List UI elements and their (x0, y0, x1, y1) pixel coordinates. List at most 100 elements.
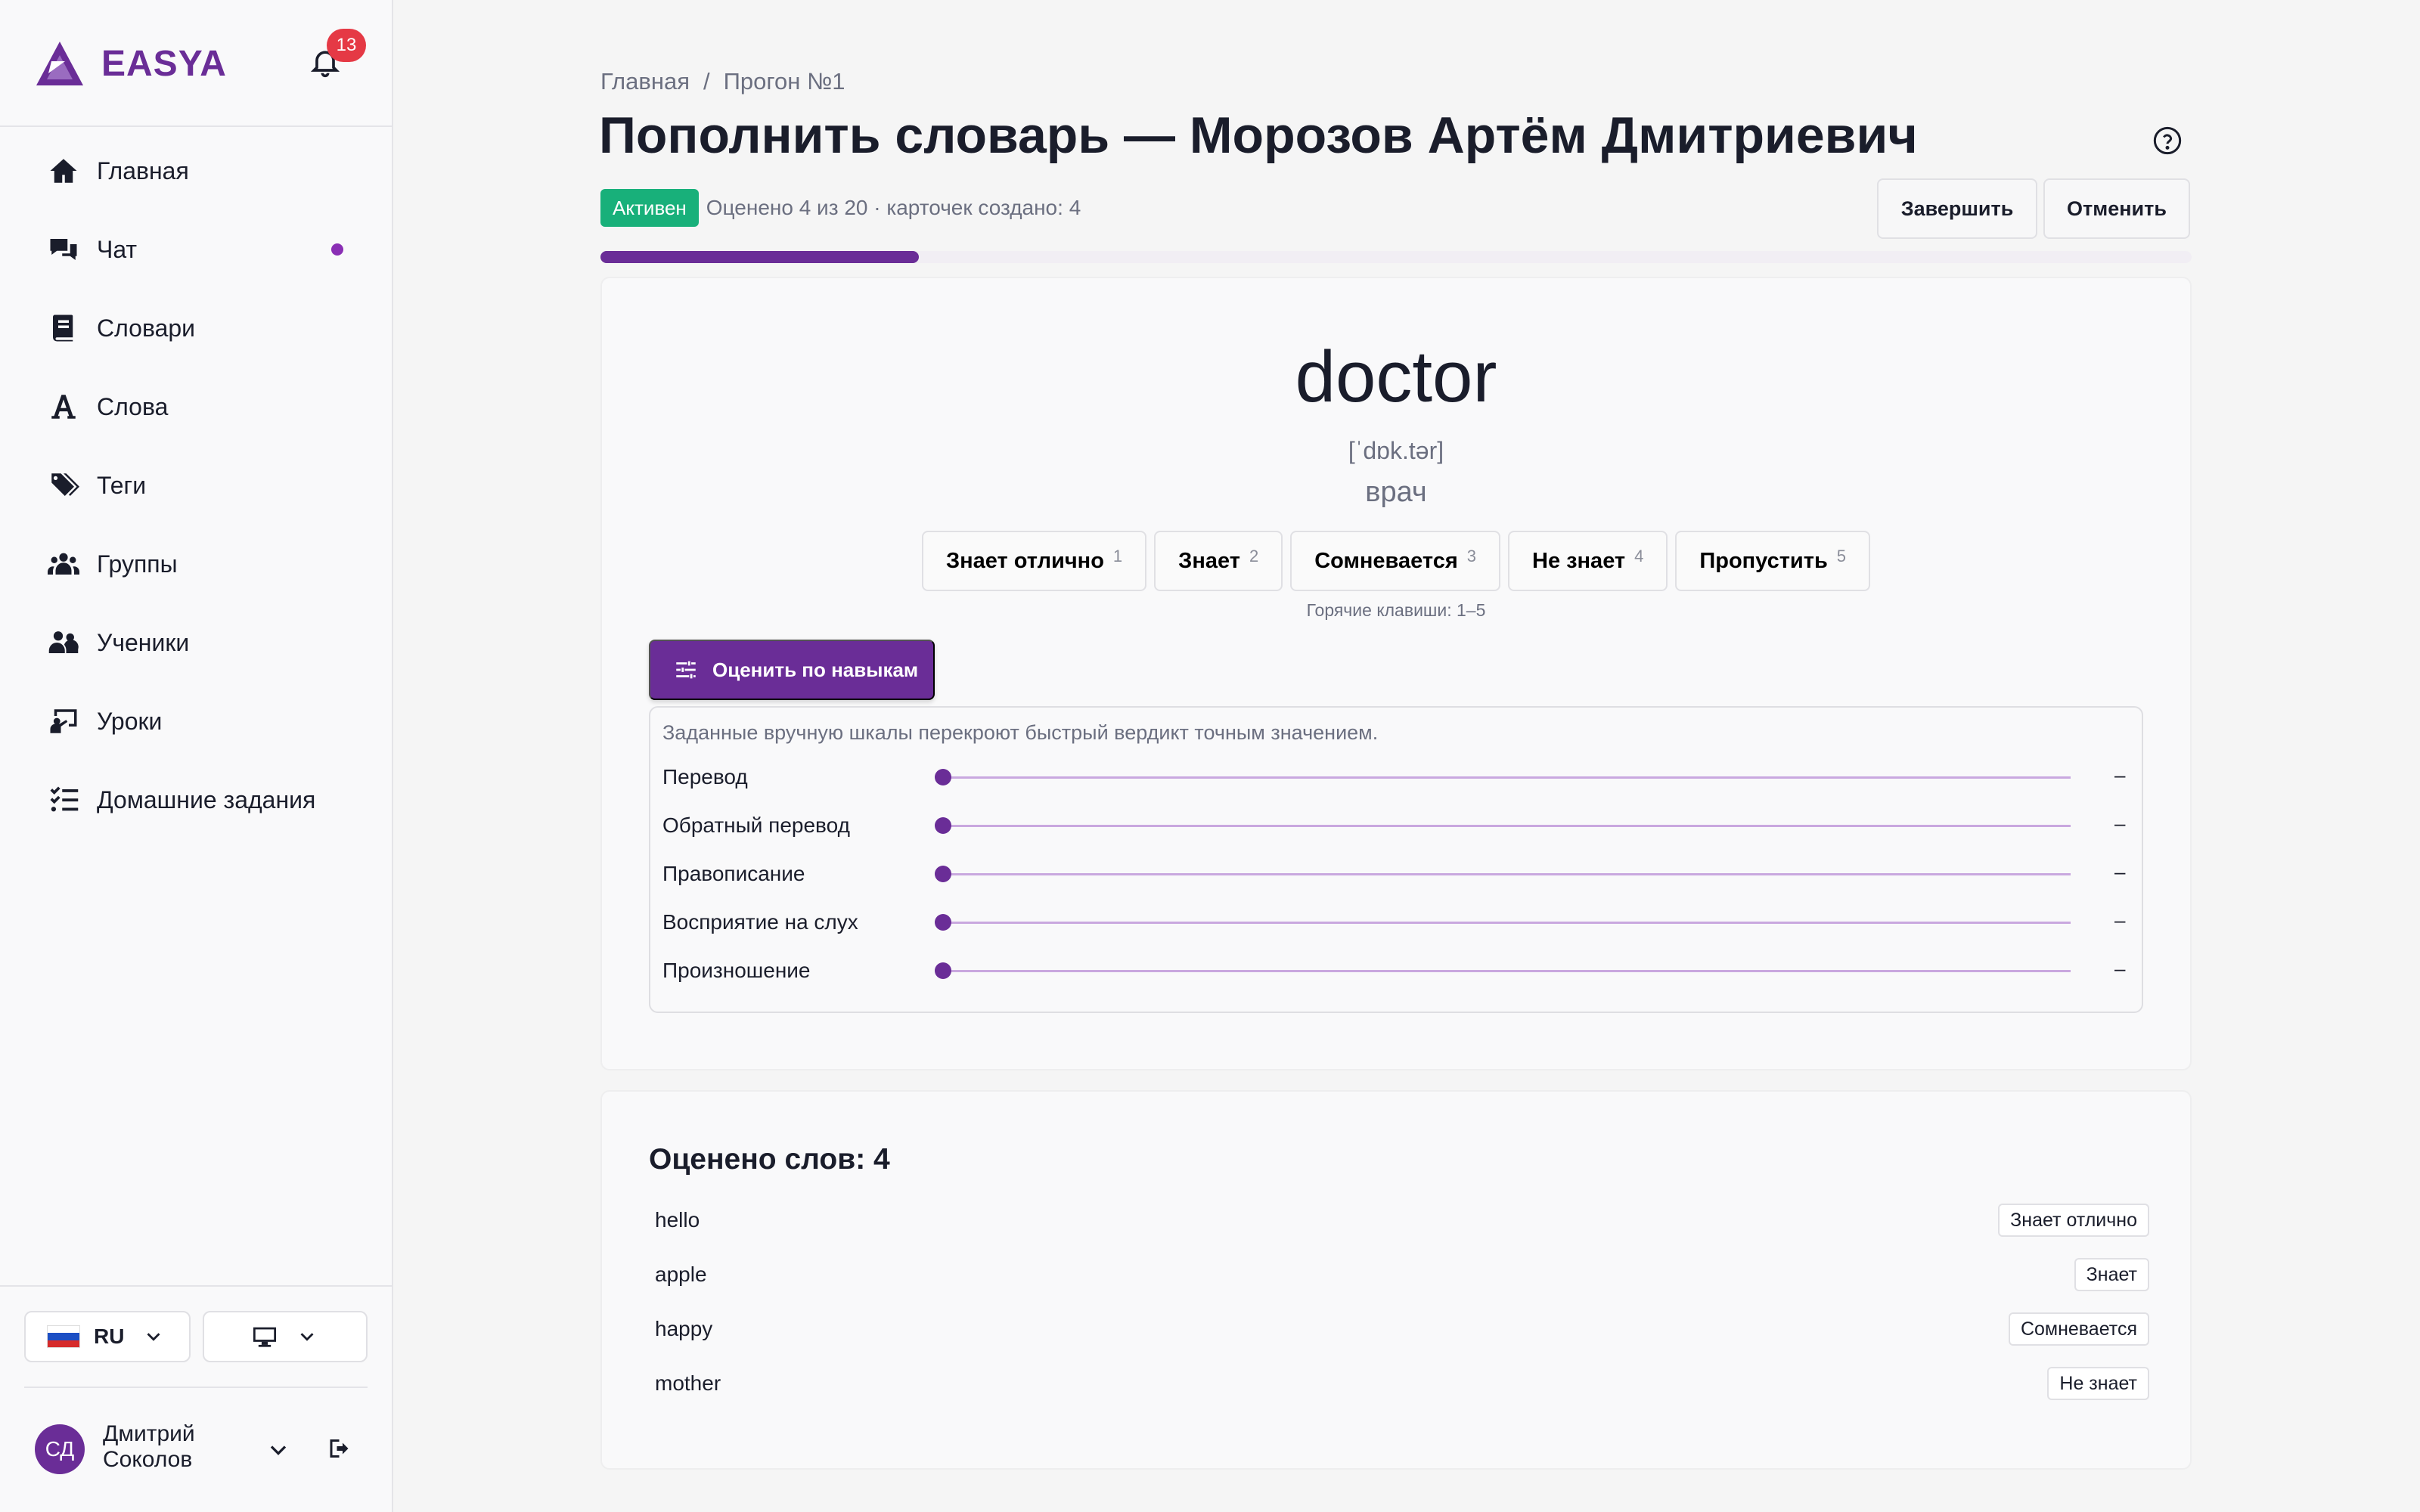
chevron-down-icon[interactable] (265, 1436, 292, 1464)
hotkey-hint: 4 (1634, 547, 1644, 565)
language-code: RU (94, 1325, 125, 1348)
monitor-icon (253, 1327, 276, 1347)
skill-slider-thumb[interactable] (935, 866, 951, 882)
rated-words-title: Оценено слов: 4 (649, 1143, 890, 1176)
sidebar-item-dictionaries[interactable]: Словари (0, 289, 392, 367)
tags-icon (47, 469, 80, 502)
verdict-label: Знает отлично (945, 548, 1104, 573)
list-item: hello Знает отлично (655, 1202, 2149, 1238)
status-row: Активен Оценено 4 из 20 · карточек созда… (600, 189, 1081, 227)
skill-slider-thumb[interactable] (935, 817, 951, 834)
sidebar-item-label: Группы (97, 550, 178, 578)
sidebar-item-label: Ученики (97, 628, 190, 656)
theme-select[interactable] (203, 1311, 368, 1362)
skill-slider-track[interactable] (941, 970, 2071, 972)
sidebar: EASYA 13 Главная Чат Словари Слова Теги (0, 0, 393, 1512)
home-icon (47, 154, 80, 187)
avatar[interactable]: СД (35, 1424, 85, 1474)
hotkeys-hint: Горячие клавиши: 1–5 (1306, 600, 1486, 620)
list-item: apple Знает (655, 1256, 2149, 1293)
verdict-label: Знает (1178, 548, 1240, 573)
skill-value: – (2114, 909, 2126, 931)
skill-value: – (2114, 860, 2126, 883)
brand-name: EASYA (101, 43, 227, 84)
book-icon (47, 311, 80, 345)
breadcrumb: Главная / Прогон №1 (600, 68, 845, 95)
sidebar-item-homework[interactable]: Домашние задания (0, 761, 392, 839)
language-select[interactable]: RU (24, 1311, 191, 1362)
verdict-badge: Знает отлично (1998, 1204, 2149, 1237)
cancel-button[interactable]: Отменить (2043, 178, 2190, 239)
sidebar-item-tags[interactable]: Теги (0, 446, 392, 525)
verdict-label: Пропустить (1699, 548, 1828, 573)
skill-row-listening: Восприятие на слух – (662, 907, 2130, 937)
skill-label: Перевод (662, 765, 748, 789)
skills-note: Заданные вручную шкалы перекроют быстрый… (662, 721, 1379, 744)
chevron-down-icon (300, 1333, 314, 1341)
skill-slider-track[interactable] (941, 922, 2071, 924)
skill-label: Обратный перевод (662, 813, 850, 837)
notifications-count-badge: 13 (327, 29, 366, 62)
sidebar-item-home[interactable]: Главная (0, 132, 392, 210)
user-name[interactable]: Дмитрий Соколов (103, 1421, 254, 1473)
sidebar-item-label: Слова (97, 392, 169, 420)
skill-slider-thumb[interactable] (935, 769, 951, 785)
skills-panel: Заданные вручную шкалы перекроют быстрый… (649, 706, 2143, 1013)
brand-logo[interactable]: EASYA (35, 35, 227, 92)
finish-button[interactable]: Завершить (1877, 178, 2037, 239)
rated-word: happy (655, 1317, 713, 1340)
verdict-doubts-button[interactable]: Сомневается 3 (1290, 531, 1500, 591)
verdict-label: Не знает (1532, 548, 1626, 573)
rate-by-skills-button[interactable]: Оценить по навыкам (649, 640, 935, 700)
verdict-knows-perfectly-button[interactable]: Знает отлично 1 (921, 531, 1147, 591)
breadcrumb-separator: / (703, 68, 710, 94)
skill-slider-thumb[interactable] (935, 962, 951, 979)
easya-logo-icon (36, 42, 83, 85)
rated-word: hello (655, 1208, 700, 1232)
skill-row-pronunciation: Произношение – (662, 956, 2130, 986)
users-group-icon (47, 547, 80, 581)
sidebar-item-lessons[interactable]: Уроки (0, 682, 392, 761)
skill-slider-track[interactable] (941, 776, 2071, 779)
verdict-does-not-know-button[interactable]: Не знает 4 (1508, 531, 1668, 591)
letter-a-icon (47, 390, 80, 423)
chat-icon (47, 233, 80, 266)
progress-meta: Оценено 4 из 20 · карточек создано: 4 (706, 196, 1081, 219)
verdict-badge: Не знает (2047, 1367, 2149, 1400)
progress-bar-fill (600, 251, 919, 263)
skill-row-spelling: Правописание – (662, 859, 2130, 889)
verdict-badge: Знает (2074, 1258, 2149, 1291)
verdict-knows-button[interactable]: Знает 2 (1154, 531, 1283, 591)
skill-slider-thumb[interactable] (935, 914, 951, 931)
sidebar-item-chat[interactable]: Чат (0, 210, 392, 289)
word-card: doctor [ˈdɒk.tər] врач Знает отлично 1 З… (600, 277, 2192, 1070)
verdict-skip-button[interactable]: Пропустить 5 (1675, 531, 1871, 591)
skill-label: Правописание (662, 862, 805, 885)
skill-value: – (2114, 957, 2126, 980)
skill-value: – (2114, 812, 2126, 835)
help-icon[interactable] (2152, 125, 2183, 156)
sidebar-item-students[interactable]: Ученики (0, 603, 392, 682)
skill-slider-track[interactable] (941, 873, 2071, 875)
sidebar-item-label: Домашние задания (97, 785, 316, 813)
skill-slider-track[interactable] (941, 825, 2071, 827)
list-item: happy Сомневается (655, 1311, 2149, 1347)
hotkey-hint: 1 (1112, 547, 1123, 565)
skill-label: Восприятие на слух (662, 910, 858, 934)
logout-icon[interactable] (327, 1435, 354, 1462)
status-badge: Активен (600, 189, 699, 227)
divider (24, 1387, 368, 1388)
chevron-down-icon (147, 1333, 160, 1341)
sidebar-item-label: Чат (97, 235, 138, 263)
divider (0, 1285, 392, 1287)
word-transcription: [ˈdɒk.tər] (1348, 437, 1444, 464)
skill-value: – (2114, 764, 2126, 786)
sidebar-item-groups[interactable]: Группы (0, 525, 392, 603)
sidebar-item-words[interactable]: Слова (0, 367, 392, 446)
hotkey-hint: 3 (1466, 547, 1476, 565)
breadcrumb-current: Прогон №1 (723, 68, 845, 94)
word-translation: врач (1365, 476, 1427, 508)
rate-by-skills-label: Оценить по навыкам (712, 658, 919, 681)
sidebar-item-label: Главная (97, 156, 189, 184)
breadcrumb-home-link[interactable]: Главная (600, 68, 690, 95)
